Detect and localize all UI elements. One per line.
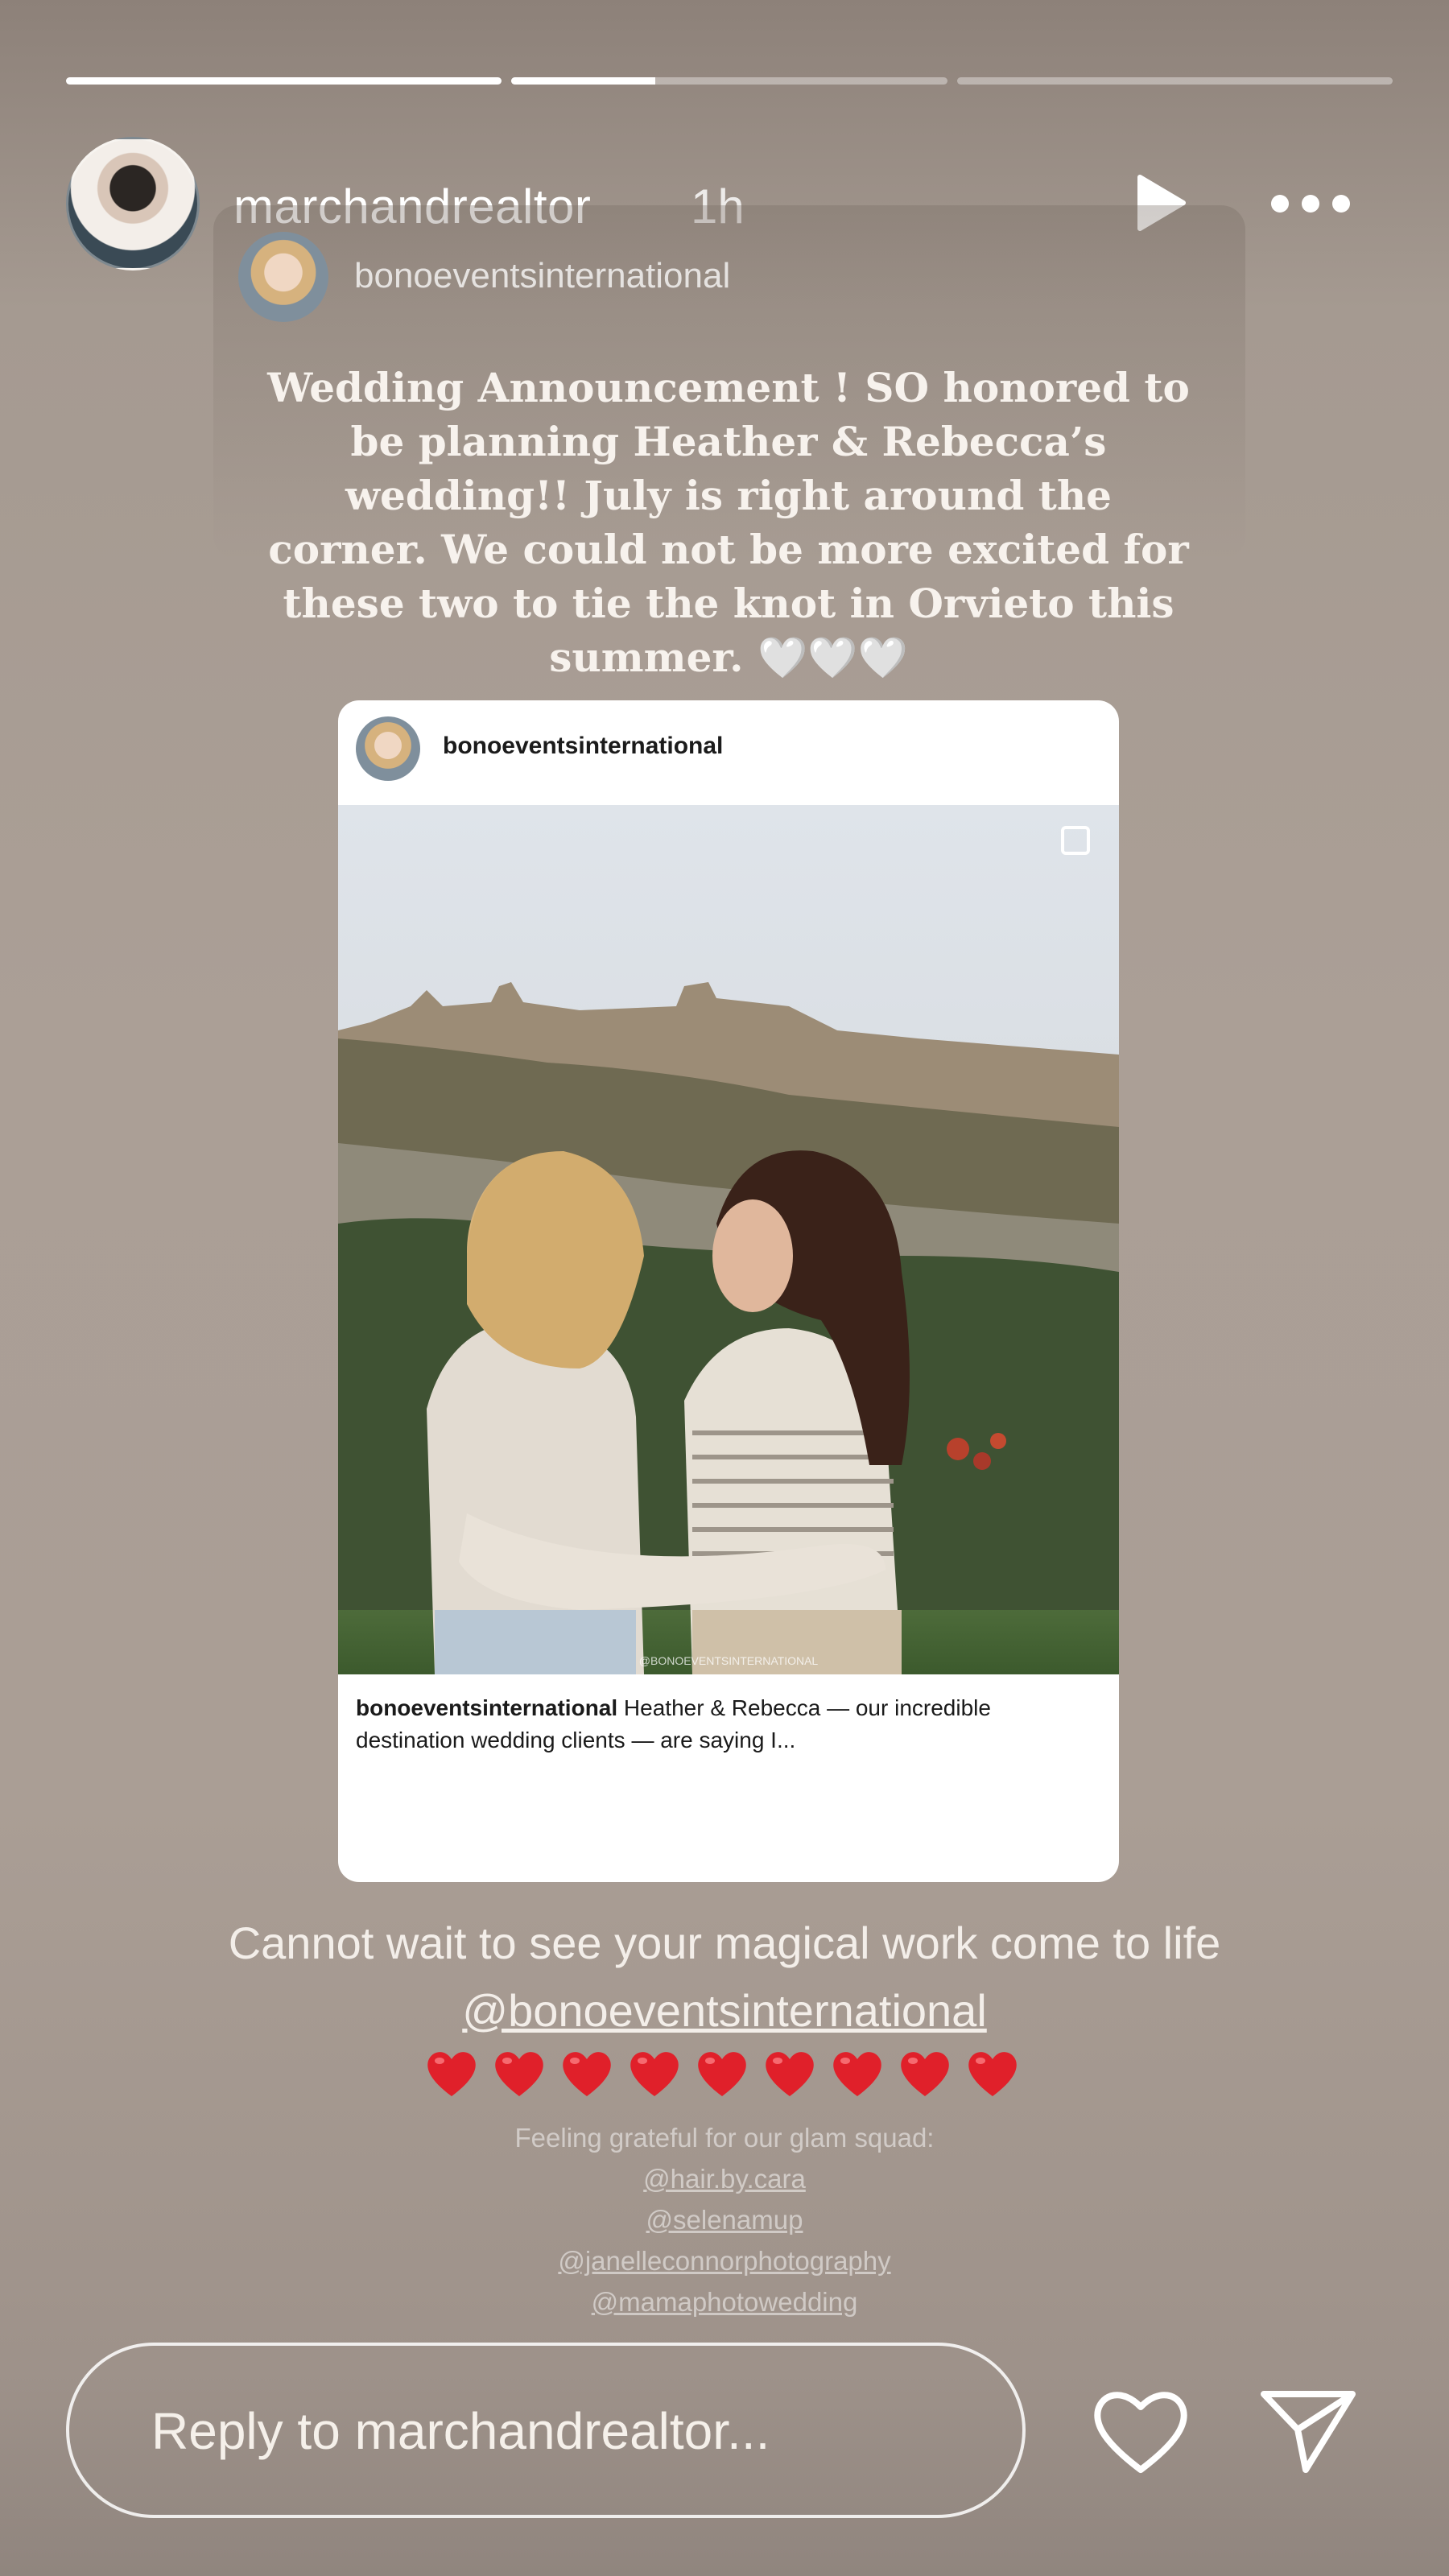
post-account-name: bonoeventsinternational	[443, 733, 724, 759]
story-progress-bars	[66, 77, 1393, 85]
progress-segment	[511, 77, 947, 85]
reply-box[interactable]	[66, 2343, 1026, 2518]
heart-emoji-row	[423, 2045, 1021, 2101]
shared-account-avatar[interactable]	[238, 232, 328, 322]
progress-segment	[66, 77, 502, 85]
embedded-post-card[interactable]: bonoeventsinternational @BONOEVENTSINTER…	[338, 700, 1119, 1882]
more-options-icon[interactable]	[1262, 181, 1359, 226]
story-comment: Cannot wait to see your magical work com…	[121, 1909, 1328, 2045]
red-heart-emoji-icon	[427, 2052, 476, 2096]
glam-tag[interactable]: @mamaphotowedding	[402, 2281, 1046, 2322]
red-heart-emoji-icon	[901, 2052, 949, 2096]
reply-input[interactable]	[150, 2386, 958, 2476]
glam-tag[interactable]: @janelleconnorphotography	[402, 2240, 1046, 2281]
photo-watermark: @BONOEVENTSINTERNATIONAL	[639, 1654, 819, 1667]
shared-account-name[interactable]: bonoeventsinternational	[354, 256, 730, 296]
comment-mention[interactable]: @bonoeventsinternational	[462, 1985, 987, 2036]
glam-tag[interactable]: @selenamup	[402, 2199, 1046, 2240]
red-heart-emoji-icon	[968, 2052, 1017, 2096]
glam-tag[interactable]: @hair.by.cara	[402, 2158, 1046, 2199]
author-avatar[interactable]	[66, 137, 200, 270]
progress-segment	[956, 77, 1393, 85]
post-caption: bonoeventsinternational Heather & Rebecc…	[356, 1692, 1104, 1757]
glam-intro: Feeling grateful for our glam squad:	[514, 2123, 935, 2153]
red-heart-emoji-icon	[833, 2052, 881, 2096]
announcement-text: Wedding Announcement ! SO honored to be …	[267, 364, 1190, 681]
post-account-avatar	[356, 716, 420, 781]
red-heart-emoji-icon	[495, 2052, 543, 2096]
red-heart-emoji-icon	[563, 2052, 611, 2096]
like-heart-icon[interactable]	[1088, 2383, 1193, 2479]
red-heart-emoji-icon	[698, 2052, 746, 2096]
post-photo: @BONOEVENTSINTERNATIONAL	[338, 805, 1119, 1674]
glam-squad-text: Feeling grateful for our glam squad: @ha…	[402, 2117, 1046, 2322]
comment-text: Cannot wait to see your magical work com…	[228, 1918, 1221, 1968]
caption-account: bonoeventsinternational	[356, 1695, 618, 1720]
red-heart-emoji-icon	[630, 2052, 679, 2096]
red-heart-emoji-icon	[766, 2052, 814, 2096]
send-icon[interactable]	[1256, 2383, 1360, 2479]
